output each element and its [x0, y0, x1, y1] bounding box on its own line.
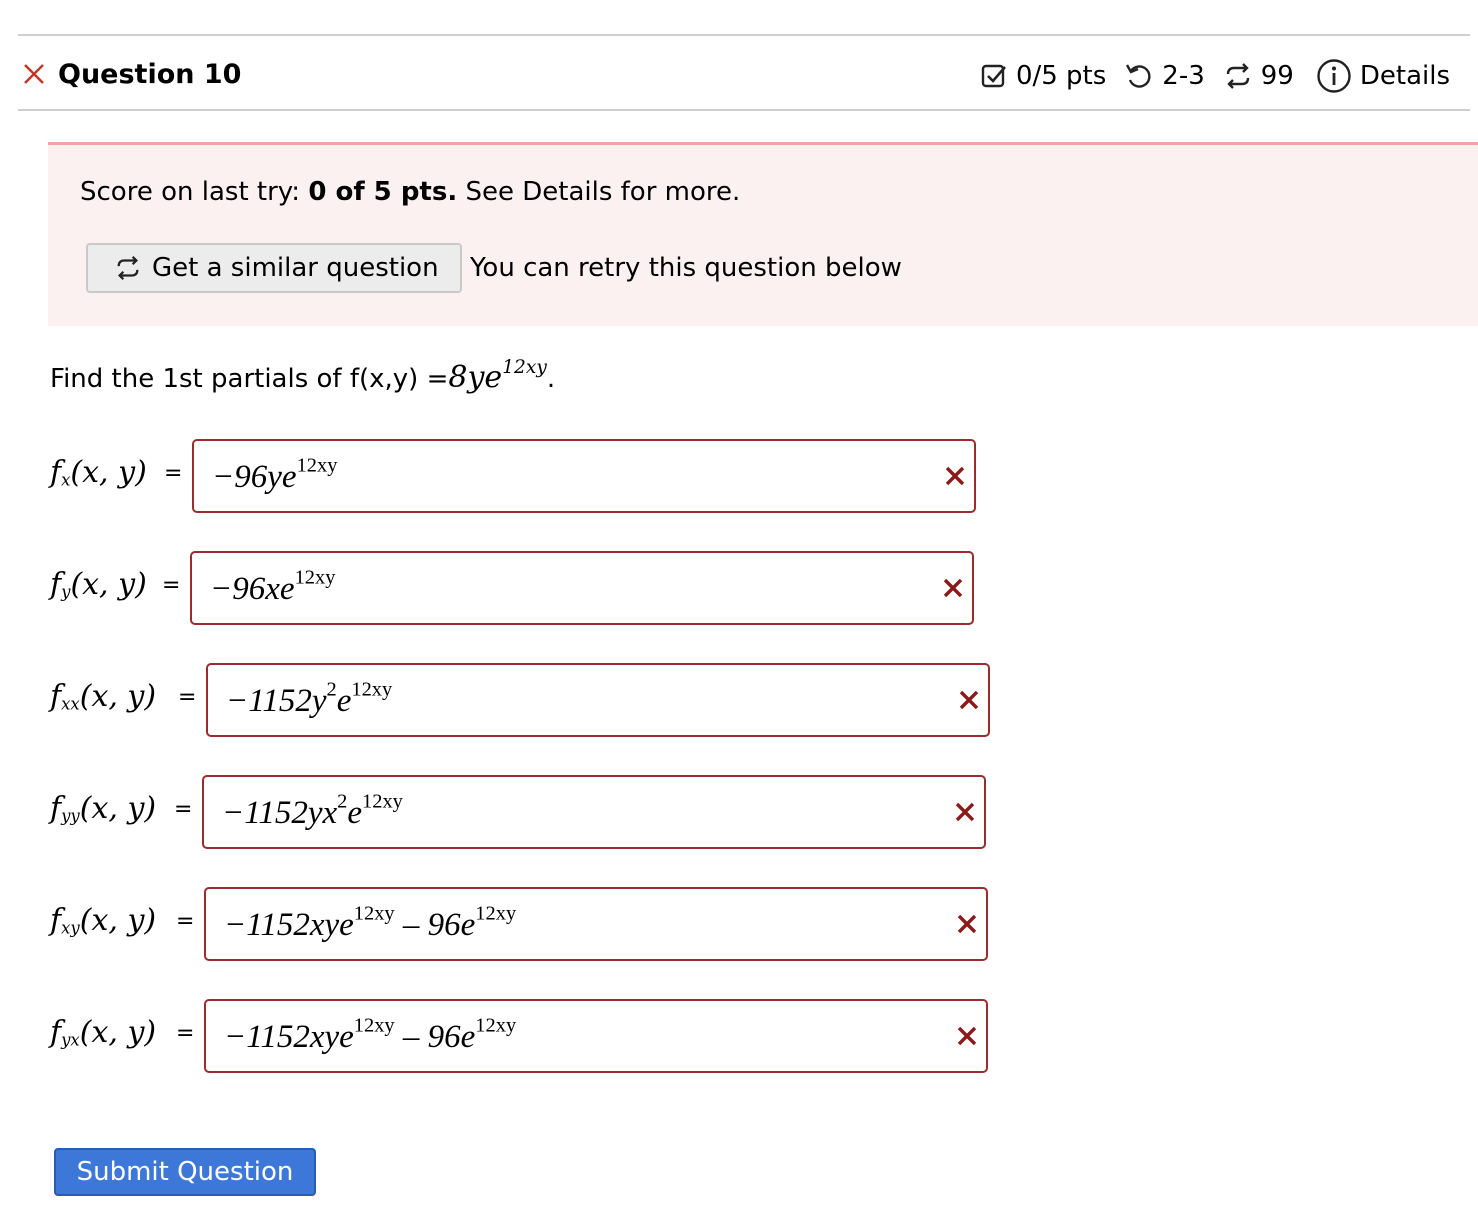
answer-value: −1152xye12xy – 96e12xy — [224, 1014, 517, 1055]
score-alert: Score on last try: 0 of 5 pts. See Detai… — [48, 142, 1478, 326]
answer-label: fx(x, y) — [50, 455, 147, 490]
answer-label: fy(x, y) — [50, 567, 147, 602]
question-header: Question 10 — [22, 52, 241, 96]
answer-input-fxx[interactable]: −1152y2e12xy — [206, 663, 990, 737]
answer-input-fyx[interactable]: −1152xye12xy – 96e12xy — [204, 999, 988, 1073]
question-title: Question 10 — [58, 58, 242, 90]
incorrect-icon — [957, 914, 977, 934]
score-value: 0 of 5 pts. — [308, 177, 458, 207]
equals-sign: = — [176, 909, 195, 934]
incorrect-icon — [943, 578, 963, 598]
points-text: 0/5 pts — [1015, 61, 1107, 91]
incorrect-icon — [957, 1026, 977, 1046]
incorrect-icon — [24, 64, 44, 84]
versions-indicator: 99 — [1223, 61, 1294, 91]
answer-value: −1152xye12xy – 96e12xy — [224, 902, 517, 943]
retry-note: You can retry this question below — [470, 253, 902, 283]
info-icon — [1317, 59, 1351, 93]
answer-label: fyy(x, y) — [50, 791, 157, 826]
similar-question-button[interactable]: Get a similar question — [86, 243, 462, 293]
details-label: Details — [1359, 61, 1450, 91]
answer-input-fxy[interactable]: −1152xye12xy – 96e12xy — [204, 887, 988, 961]
incorrect-icon — [955, 802, 975, 822]
question-prompt: Find the 1st partials of f(x,y) = 8ye12x… — [50, 357, 556, 395]
attempts-text: 2-3 — [1162, 61, 1205, 91]
score-prefix: Score on last try: — [80, 177, 301, 207]
equals-sign: = — [162, 573, 181, 598]
header-divider — [18, 109, 1470, 111]
question-meta: 0/5 pts 2-3 99 Details — [980, 54, 1450, 98]
equals-sign: = — [174, 797, 193, 822]
answer-label: fxx(x, y) — [50, 679, 157, 714]
answer-input-fyy[interactable]: −1152yx2e12xy — [202, 775, 986, 849]
top-divider — [18, 34, 1470, 36]
answer-value: −96ye12xy — [212, 454, 338, 495]
function-exponent: 12xy — [502, 357, 547, 379]
answer-label: fyx(x, y) — [50, 1015, 157, 1050]
prompt-text: Find the 1st partials of f(x,y) = — [50, 364, 449, 394]
similar-question-label: Get a similar question — [152, 253, 439, 283]
repeat-icon — [117, 256, 139, 280]
answer-input-fy[interactable]: −96xe12xy — [190, 551, 974, 625]
attempts-indicator: 2-3 — [1124, 61, 1205, 91]
points-indicator: 0/5 pts — [980, 61, 1106, 91]
answer-value: −1152y2e12xy — [226, 678, 393, 719]
answer-value: −96xe12xy — [210, 566, 336, 607]
undo-icon — [1126, 64, 1151, 88]
repeat-icon — [1226, 63, 1249, 89]
checkbox-icon — [981, 64, 1006, 88]
incorrect-icon — [945, 466, 965, 486]
equals-sign: = — [176, 1021, 195, 1046]
function-base: 8ye — [448, 360, 503, 395]
details-link[interactable]: Details — [1316, 58, 1450, 94]
score-message: Score on last try: 0 of 5 pts. See Detai… — [80, 177, 740, 207]
incorrect-icon — [959, 690, 979, 710]
answer-value: −1152yx2e12xy — [222, 790, 403, 831]
answer-input-fx[interactable]: −96ye12xy — [192, 439, 976, 513]
prompt-function: 8ye12xy — [448, 357, 547, 395]
versions-text: 99 — [1260, 61, 1294, 91]
score-suffix: See Details for more. — [465, 177, 741, 207]
equals-sign: = — [164, 461, 183, 486]
submit-question-button[interactable]: Submit Question — [54, 1148, 316, 1196]
equals-sign: = — [178, 685, 197, 710]
prompt-period: . — [546, 364, 556, 394]
answer-label: fxy(x, y) — [50, 903, 157, 938]
